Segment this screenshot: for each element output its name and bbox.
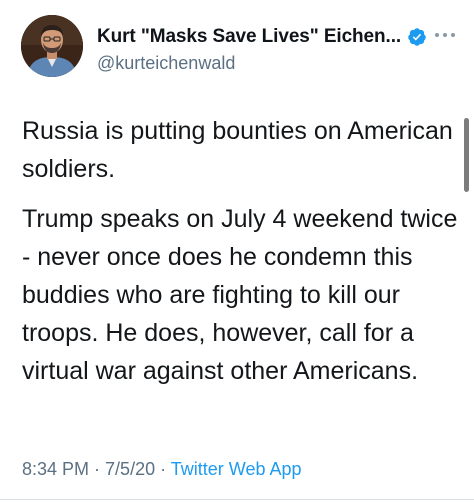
tweet-paragraph-1: Russia is putting bounties on American s… (22, 117, 453, 183)
name-row: Kurt "Masks Save Lives" Eichen... (97, 25, 437, 49)
tweet-header: Kurt "Masks Save Lives" Eichen... @kurte… (97, 25, 437, 74)
display-name[interactable]: Kurt "Masks Save Lives" Eichen... (97, 26, 401, 48)
divider (0, 499, 474, 500)
tweet-text: Russia is putting bounties on American s… (22, 112, 462, 390)
more-options-icon[interactable] (432, 28, 458, 42)
scrollbar[interactable] (464, 118, 469, 192)
verified-badge-icon (407, 27, 427, 47)
avatar[interactable] (21, 15, 83, 77)
tweet-meta: 8:34 PM · 7/5/20 · Twitter Web App (22, 459, 302, 480)
tweet-source-link[interactable]: Twitter Web App (171, 459, 302, 479)
avatar-photo (21, 15, 83, 77)
tweet-time[interactable]: 8:34 PM (22, 459, 89, 479)
tweet-date[interactable]: 7/5/20 (105, 459, 155, 479)
tweet-paragraph-2: Trump speaks on July 4 weekend twice - n… (22, 205, 458, 385)
handle[interactable]: @kurteichenwald (97, 53, 437, 74)
meta-separator: · (155, 459, 171, 479)
meta-separator: · (89, 459, 106, 479)
tweet-card: Kurt "Masks Save Lives" Eichen... @kurte… (0, 0, 474, 502)
